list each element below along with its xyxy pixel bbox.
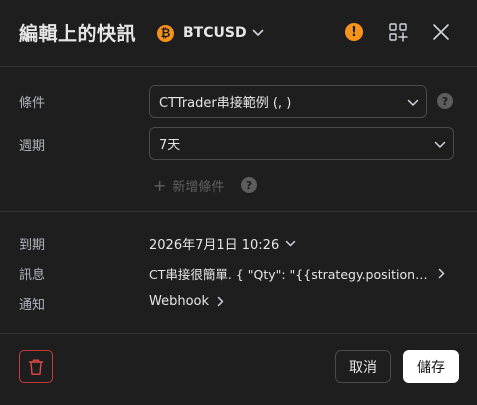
period-select[interactable]: 7天 [149, 127, 454, 160]
add-condition-button[interactable]: + 新增條件 [153, 176, 224, 195]
help-icon[interactable]: ? [437, 93, 453, 109]
chevron-down-icon [407, 96, 419, 111]
trash-icon [28, 358, 44, 376]
edit-alert-dialog: 編輯上的快訊 ₿ BTCUSD ! 條件 CTTrader串接範例 (, ) ?… [0, 0, 477, 405]
condition-label: 條件 [19, 96, 46, 111]
message-label: 訊息 [19, 268, 46, 283]
notify-value-button[interactable]: Webhook [149, 294, 225, 309]
chevron-down-icon [252, 29, 264, 37]
bitcoin-icon: ₿ [157, 24, 174, 42]
condition-select[interactable]: CTTrader串接範例 (, ) [149, 85, 427, 118]
add-condition-label: 新增條件 [172, 180, 225, 195]
expiry-label: 到期 [19, 238, 46, 253]
save-button[interactable]: 儲存 [403, 350, 459, 383]
section-divider [0, 211, 477, 212]
footer-divider [0, 333, 477, 334]
warning-icon[interactable]: ! [345, 23, 363, 41]
expiry-value-button[interactable]: 2026年7月1日 10:26 [149, 234, 296, 253]
symbol-name: BTCUSD [183, 25, 247, 41]
condition-value: CTTrader串接範例 (, ) [159, 96, 292, 111]
dialog-title: 編輯上的快訊 [19, 23, 137, 45]
chevron-right-icon [438, 268, 446, 279]
message-value: CT串接很簡單. { "Qty": "{{strategy.position_s… [149, 267, 432, 282]
help-icon[interactable]: ? [241, 177, 257, 193]
chevron-down-icon [285, 240, 296, 248]
cancel-button[interactable]: 取消 [335, 350, 391, 383]
expiry-value: 2026年7月1日 10:26 [149, 238, 280, 253]
period-value: 7天 [159, 138, 181, 153]
plus-icon: + [153, 176, 167, 195]
notify-value: Webhook [149, 294, 210, 309]
symbol-selector[interactable]: ₿ BTCUSD [157, 22, 264, 44]
chevron-down-icon [434, 138, 446, 153]
delete-button[interactable] [19, 350, 53, 383]
dialog-header: 編輯上的快訊 ₿ BTCUSD ! [0, 0, 477, 67]
close-icon[interactable] [432, 23, 450, 41]
message-value-button[interactable]: CT串接很簡單. { "Qty": "{{strategy.position_s… [149, 264, 446, 283]
period-label: 週期 [19, 139, 46, 154]
chevron-right-icon [217, 296, 225, 307]
notify-label: 通知 [19, 298, 46, 313]
add-to-list-icon[interactable] [388, 22, 408, 42]
